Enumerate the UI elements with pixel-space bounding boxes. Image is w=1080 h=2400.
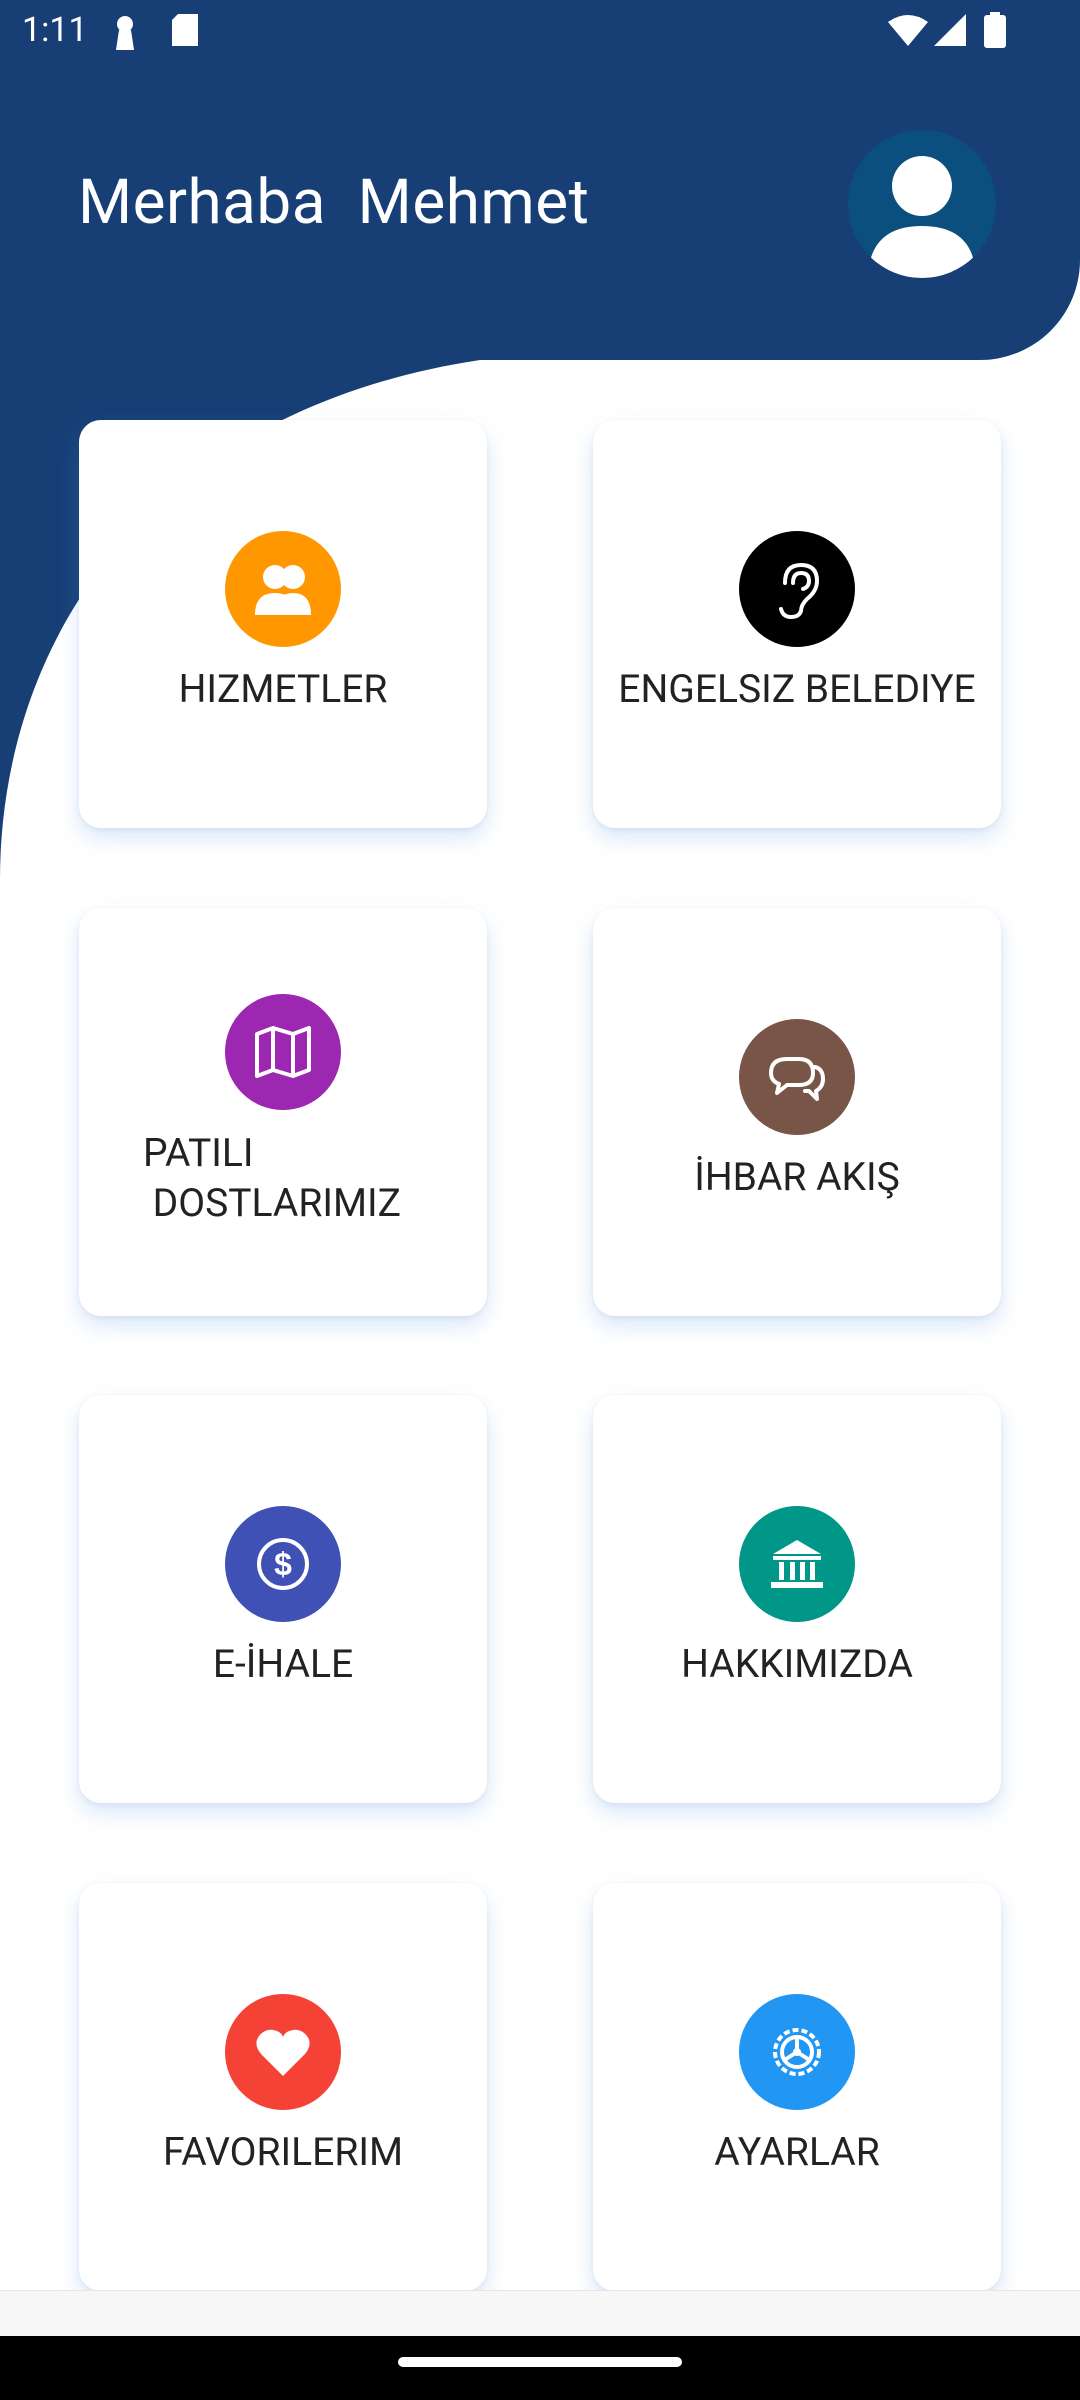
status-bar: 1:11 [0,0,1080,64]
status-time: 1:11 [22,10,88,50]
settings-icon [739,1994,855,2110]
menu-label: İHBAR AKIŞ [694,1154,900,1200]
menu-label: FAVORILERIM [162,2129,404,2175]
menu-card-ayarlar[interactable]: AYARLAR [593,1883,1001,2291]
lock-status-icon [116,16,134,50]
dollar-icon: $ [225,1506,341,1622]
bank-icon [739,1506,855,1622]
map-icon [225,994,341,1110]
bottom-bar [0,2290,1080,2337]
menu-label: PATILI DOSTLARIMIZ [143,1130,401,1226]
menu-card-patili-dostlarimiz[interactable]: PATILI DOSTLARIMIZ [79,908,487,1316]
system-navigation-bar [0,2336,1080,2400]
sd-card-icon [172,14,198,46]
greeting-title: Merhaba Mehmet [78,166,590,239]
menu-label: ENGELSIZ BELEDIYE [618,666,976,712]
profile-avatar[interactable] [848,130,996,278]
menu-label: HAKKIMIZDA [681,1641,913,1687]
menu-label: E-İHALE [212,1641,354,1687]
user-avatar-icon [868,156,976,278]
users-icon [225,531,341,647]
signal-icon [934,14,966,46]
svg-text:$: $ [274,1546,292,1582]
menu-label: HIZMETLER [178,666,388,712]
battery-icon [984,12,1006,48]
menu-card-e-ihale[interactable]: $ E-İHALE [79,1395,487,1803]
home-gesture-handle[interactable] [398,2357,682,2367]
menu-card-favorilerim[interactable]: FAVORILERIM [79,1883,487,2291]
menu-card-hakkimizda[interactable]: HAKKIMIZDA [593,1395,1001,1803]
wifi-icon [888,15,928,46]
heart-icon [225,1994,341,2110]
menu-card-ihbar-akis[interactable]: İHBAR AKIŞ [593,908,1001,1316]
ear-icon [739,531,855,647]
menu-card-hizmetler[interactable]: HIZMETLER [79,420,487,828]
menu-card-engelsiz-belediye[interactable]: ENGELSIZ BELEDIYE [593,420,1001,828]
chat-icon [739,1019,855,1135]
menu-label: AYARLAR [714,2129,880,2175]
